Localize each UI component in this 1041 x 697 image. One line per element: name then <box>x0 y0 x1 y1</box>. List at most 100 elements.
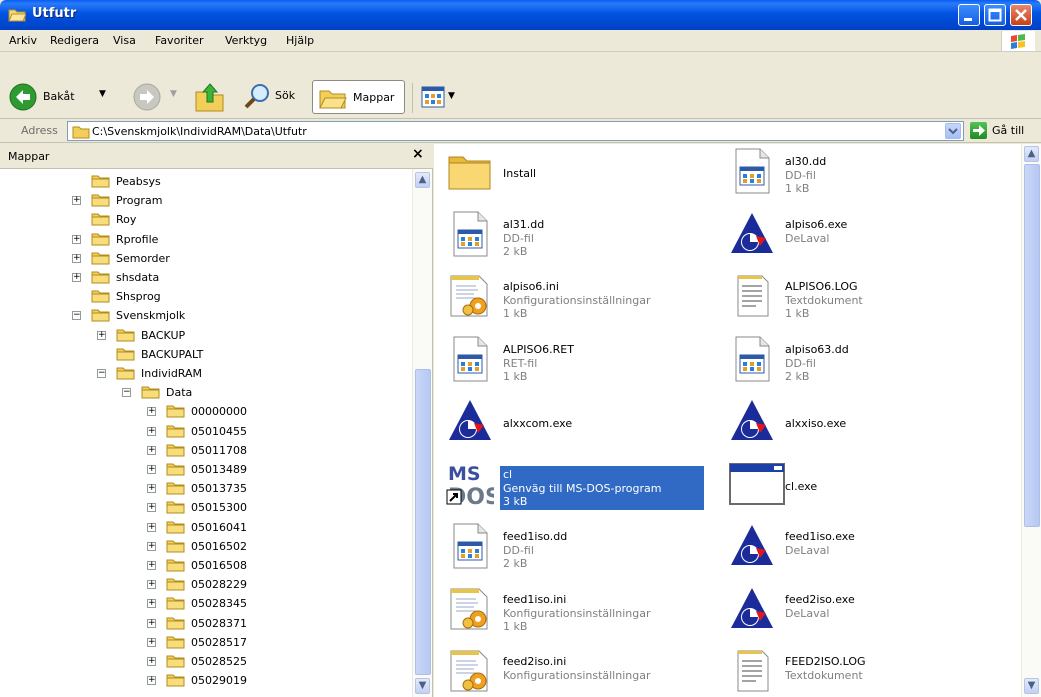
expander-icon[interactable]: + <box>147 599 156 609</box>
expander-icon[interactable]: + <box>72 253 81 263</box>
expander-icon[interactable]: + <box>97 330 106 340</box>
expander-icon[interactable]: + <box>147 503 156 513</box>
tree-item[interactable]: +05013735 <box>0 479 410 498</box>
tree-item[interactable]: +05011708 <box>0 441 410 460</box>
menu-arkiv[interactable]: Arkiv <box>9 34 37 47</box>
minimize-button[interactable] <box>958 4 980 26</box>
tree-item[interactable]: +00000000 <box>0 402 410 421</box>
go-button[interactable] <box>970 122 987 139</box>
file-item[interactable]: alpiso6.exe DeLaval <box>728 210 998 270</box>
tree-item[interactable]: − Data <box>0 383 410 402</box>
tree-item[interactable]: Peabsys <box>0 172 410 191</box>
back-button[interactable]: Bakåt ▼ <box>6 82 126 114</box>
file-item[interactable]: feed2iso.ini Konfigurationsinställningar <box>446 647 716 697</box>
menu-redigera[interactable]: Redigera <box>50 34 99 47</box>
close-pane-icon[interactable]: × <box>412 146 424 162</box>
expander-icon[interactable]: + <box>72 273 81 282</box>
expander-icon[interactable]: − <box>97 369 106 378</box>
scroll-up-icon[interactable]: ▲ <box>1024 146 1039 162</box>
go-label[interactable]: Gå till <box>992 124 1024 137</box>
expander-icon[interactable]: + <box>147 484 156 494</box>
tree-item[interactable]: +05029019 <box>0 671 410 690</box>
file-item[interactable]: alpiso63.dd DD-fil 2 kB <box>728 335 998 395</box>
forward-button[interactable]: ▼ <box>130 82 180 114</box>
expander-icon[interactable]: + <box>147 580 156 590</box>
expander-icon[interactable]: − <box>72 311 81 321</box>
scroll-down-icon[interactable]: ▼ <box>415 678 430 694</box>
expander-icon[interactable]: + <box>147 426 156 436</box>
tree-item[interactable]: +05015300 <box>0 498 410 517</box>
forward-dropdown-icon[interactable]: ▼ <box>170 89 177 99</box>
file-item[interactable]: cl.exe <box>728 460 998 520</box>
maximize-button[interactable] <box>984 4 1006 26</box>
tree-item[interactable]: +05016508 <box>0 556 410 575</box>
expander-icon[interactable]: + <box>147 637 156 647</box>
menu-visa[interactable]: Visa <box>113 34 136 47</box>
expander-icon[interactable]: + <box>147 618 156 628</box>
tree-item[interactable]: +05016041 <box>0 518 410 537</box>
tree-item[interactable]: +05028345 <box>0 594 410 613</box>
expander-icon[interactable]: + <box>72 196 81 206</box>
tree-item[interactable]: +05028371 <box>0 614 410 633</box>
tree-item[interactable]: +05010455 <box>0 422 410 441</box>
tree-item[interactable]: Shsprog <box>0 287 410 306</box>
file-item[interactable]: ALPISO6.LOG Textdokument 1 kB <box>728 272 998 332</box>
file-item[interactable]: feed2iso.exe DeLaval <box>728 585 998 645</box>
tree-item[interactable]: − IndividRAM <box>0 364 410 383</box>
file-item[interactable]: al30.dd DD-fil 1 kB <box>728 147 998 207</box>
file-item[interactable]: FEED2ISO.LOG Textdokument <box>728 647 998 697</box>
tree-item[interactable]: +05013489 <box>0 460 410 479</box>
tree-item[interactable]: +05016502 <box>0 537 410 556</box>
file-item[interactable]: alpiso6.ini Konfigurationsinställningar 1 … <box>446 272 716 332</box>
title-bar[interactable]: Utfutr <box>0 0 1041 30</box>
file-item[interactable]: MSDOSclGenväg till MS-DOS-program3 kB <box>446 460 716 520</box>
views-dropdown-icon[interactable]: ▼ <box>448 91 455 101</box>
file-item[interactable]: alxxiso.exe <box>728 397 998 457</box>
scroll-thumb[interactable] <box>1024 164 1040 527</box>
expander-icon[interactable]: + <box>72 234 81 244</box>
file-item[interactable]: alxxcom.exe <box>446 397 716 457</box>
tree-item[interactable]: + shsdata <box>0 268 410 287</box>
file-item[interactable]: Install <box>446 147 716 207</box>
folders-button[interactable]: Mappar <box>312 80 405 114</box>
files-scrollbar[interactable]: ▲ ▼ <box>1021 144 1041 697</box>
expander-icon[interactable]: + <box>147 561 156 570</box>
address-field[interactable]: C:\Svenskmjolk\IndividRAM\Data\Utfutr <box>67 121 964 141</box>
tree-item[interactable]: BACKUPALT <box>0 345 410 364</box>
expander-icon[interactable]: − <box>122 388 131 398</box>
tree-item[interactable]: − Svenskmjolk <box>0 306 410 325</box>
tree-item[interactable]: +05028229 <box>0 575 410 594</box>
menu-hjalp[interactable]: Hjälp <box>286 34 314 47</box>
tree-item[interactable]: + Semorder <box>0 249 410 268</box>
file-item[interactable]: ALPISO6.RET RET-fil 1 kB <box>446 335 716 395</box>
scroll-thumb[interactable] <box>415 369 431 675</box>
tree-item[interactable]: + Rprofile <box>0 230 410 249</box>
expander-icon[interactable]: + <box>147 407 156 417</box>
close-button[interactable] <box>1010 4 1032 26</box>
scroll-down-icon[interactable]: ▼ <box>1024 678 1039 694</box>
file-item[interactable]: feed1iso.dd DD-fil 2 kB <box>446 522 716 582</box>
scroll-up-icon[interactable]: ▲ <box>415 172 430 188</box>
views-button[interactable]: ▼ <box>418 83 464 111</box>
expander-icon[interactable]: + <box>147 676 156 686</box>
address-dropdown-button[interactable] <box>945 123 961 139</box>
folders-scrollbar[interactable]: ▲ ▼ <box>412 169 432 697</box>
tree-item[interactable]: +05028525 <box>0 652 410 671</box>
menu-verktyg[interactable]: Verktyg <box>225 34 267 47</box>
search-button[interactable]: Sök <box>235 81 313 113</box>
expander-icon[interactable]: + <box>147 657 156 666</box>
expander-icon[interactable]: + <box>147 445 156 455</box>
file-item[interactable]: feed1iso.exe DeLaval <box>728 522 998 582</box>
back-dropdown-icon[interactable]: ▼ <box>99 89 106 99</box>
tree-item[interactable]: + Program <box>0 191 410 210</box>
tree-item[interactable]: Roy <box>0 210 410 229</box>
tree-item[interactable]: + BACKUP <box>0 326 410 345</box>
up-button[interactable] <box>193 80 227 114</box>
expander-icon[interactable]: + <box>147 541 156 551</box>
menu-favoriter[interactable]: Favoriter <box>155 34 203 47</box>
file-item[interactable]: al31.dd DD-fil 2 kB <box>446 210 716 270</box>
expander-icon[interactable]: + <box>147 522 156 532</box>
tree-item[interactable]: +05028517 <box>0 633 410 652</box>
file-item[interactable]: feed1iso.ini Konfigurationsinställningar 1… <box>446 585 716 645</box>
expander-icon[interactable]: + <box>147 465 156 474</box>
